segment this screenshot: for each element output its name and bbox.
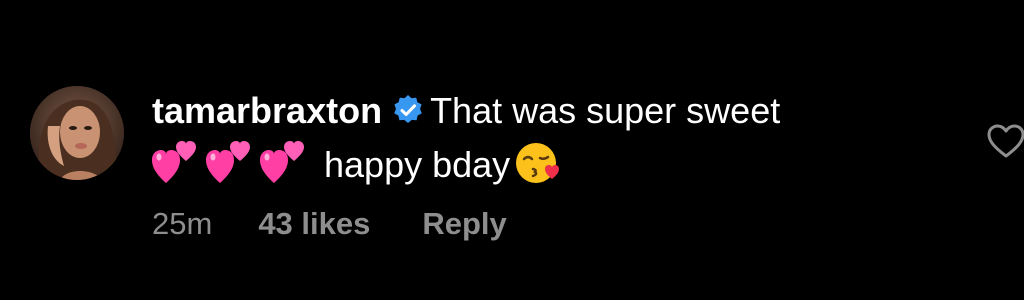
comment-text: tamarbraxton That was super sweet happy b… [152, 84, 942, 192]
two-hearts-emoji-icon [152, 141, 198, 185]
comment-body-line2: happy bday [324, 144, 511, 185]
reply-button[interactable]: Reply [422, 204, 506, 244]
likes-count-link[interactable]: 43 likes [258, 204, 370, 244]
face-blowing-kiss-emoji-icon [514, 139, 562, 187]
username-link[interactable]: tamarbraxton [152, 90, 382, 131]
comment-time: 25m [152, 206, 213, 241]
comment-meta: 25m 43 likes Reply [152, 204, 507, 244]
avatar[interactable] [30, 86, 124, 180]
two-hearts-emoji-icon [206, 141, 252, 185]
comment-body-line1: That was super sweet [430, 90, 781, 131]
heart-outline-icon[interactable] [986, 123, 1024, 159]
comment-item: tamarbraxton That was super sweet happy b… [0, 0, 1024, 300]
two-hearts-emoji-icon [260, 141, 306, 185]
verified-badge-icon [392, 87, 424, 123]
